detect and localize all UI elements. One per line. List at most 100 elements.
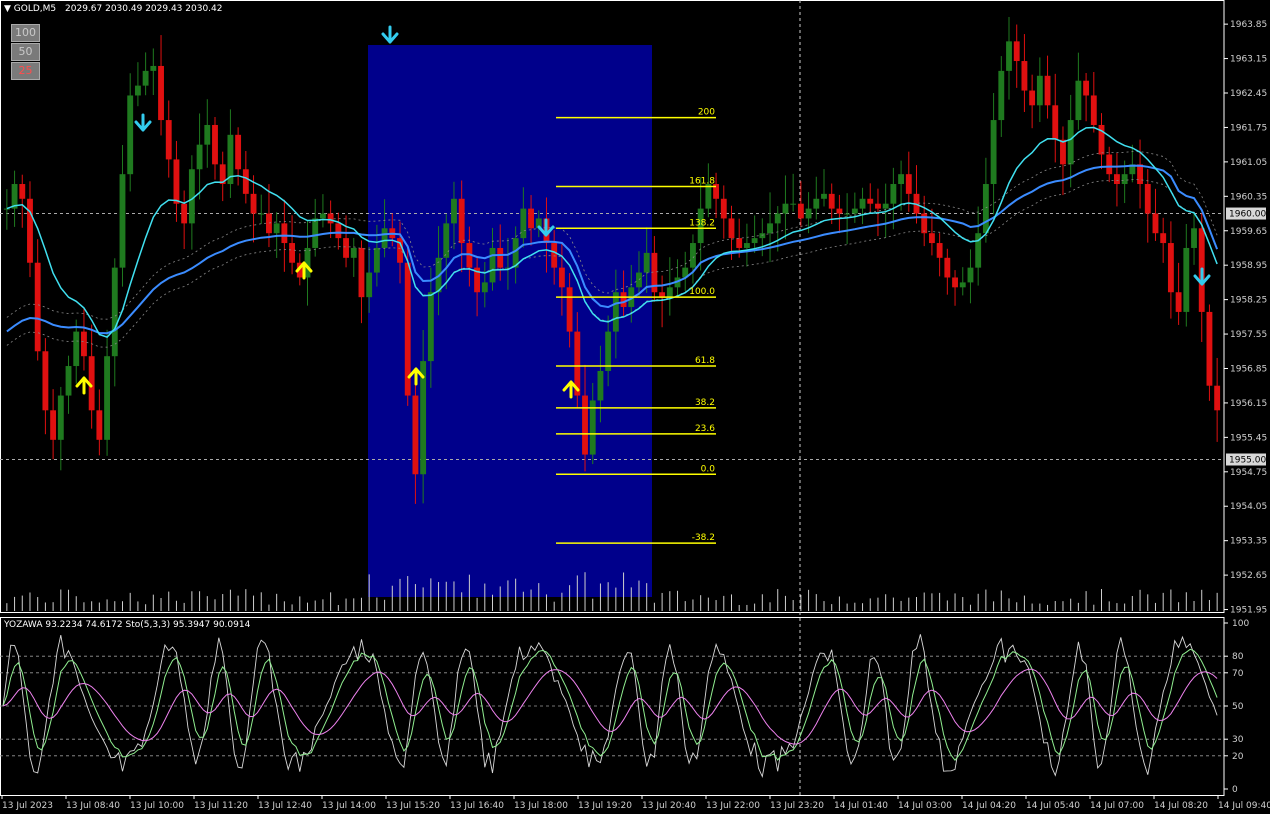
candle-body [204, 124, 211, 145]
candle-body [520, 208, 527, 239]
candle-body [65, 366, 72, 396]
candle-body [836, 208, 843, 214]
candle-body [50, 410, 57, 440]
level-button-100[interactable]: 100 [11, 24, 40, 42]
candle-body [96, 410, 103, 440]
y-tick-label: 1959.65 [1230, 227, 1267, 237]
candle-body [844, 213, 851, 215]
candle-body [1114, 174, 1120, 185]
candle-body [743, 243, 750, 248]
collapse-triangle-icon[interactable]: ▼ [4, 4, 11, 14]
candle-body [1013, 41, 1020, 62]
y-tick-label: 1956.15 [1230, 399, 1267, 409]
x-tick-label: 13 Jul 14:00 [322, 801, 376, 811]
candle-body [952, 277, 958, 288]
candle-body [821, 193, 827, 199]
candle-body [805, 208, 812, 219]
x-tick-label: 14 Jul 05:40 [1026, 801, 1080, 811]
y-tick-label: 1958.25 [1230, 296, 1267, 306]
candle-body [859, 198, 866, 209]
x-tick-label: 13 Jul 2023 [2, 801, 53, 811]
candle-body [597, 370, 604, 401]
level-button-25[interactable]: 25 [11, 62, 40, 80]
candle-body [142, 70, 149, 86]
candle-body [181, 203, 188, 224]
candle-body [188, 169, 195, 224]
candle-body [81, 331, 87, 357]
candle-body [1191, 228, 1197, 248]
candle-body [1052, 105, 1059, 140]
y-tick-label: 1960.35 [1230, 192, 1267, 202]
fib-level-label: 0.0 [701, 464, 716, 474]
candle-body [111, 267, 118, 357]
oscillator-main-line [2, 634, 1218, 778]
candle-body [790, 203, 797, 205]
candle-body [127, 95, 134, 175]
candle-body [366, 272, 373, 298]
oscillator-pane-frame [0, 617, 1225, 796]
candle-body [1214, 385, 1221, 411]
fib-level-label: 100.0 [689, 287, 715, 297]
candle-body [875, 203, 881, 209]
candle-body [636, 272, 642, 288]
y-tick-label: 1963.15 [1230, 55, 1267, 65]
candle-body [759, 233, 766, 239]
candle-body [1075, 80, 1082, 121]
candle-body [242, 169, 249, 194]
candle-body [443, 223, 450, 258]
candle-body [312, 218, 319, 248]
candle-body [1137, 164, 1143, 185]
candle-body [620, 292, 627, 307]
candle-body [605, 331, 612, 371]
fib-level-label: 138.2 [689, 218, 715, 228]
y-tick-label: 1951.95 [1230, 606, 1267, 616]
candle-body [566, 287, 573, 332]
price-level-label: 1955.00 [1229, 456, 1266, 466]
candle-body [890, 184, 897, 204]
x-tick-label: 14 Jul 08:20 [1154, 801, 1208, 811]
candle-body [851, 208, 858, 214]
candle-body [258, 213, 265, 215]
candle-body [782, 203, 789, 214]
fib-level-label: 161.8 [689, 176, 715, 186]
candle-body [42, 351, 49, 411]
sell-arrow-icon [134, 113, 152, 132]
candle-body [1167, 243, 1174, 293]
candle-body [150, 65, 157, 71]
candle-body [412, 395, 419, 475]
candle-body [867, 198, 874, 204]
candle-body [905, 174, 912, 194]
candle-body [736, 238, 743, 248]
candle-body [1175, 292, 1182, 312]
candle-body [497, 247, 504, 268]
y-tick-label: 1958.95 [1230, 261, 1267, 271]
candle-body [898, 174, 905, 185]
x-tick-label: 13 Jul 11:20 [194, 801, 248, 811]
candle-body [1060, 139, 1066, 165]
candle-body [3, 208, 10, 210]
sell-arrow-icon [381, 25, 399, 44]
candle-body [1021, 61, 1028, 91]
candle-body [266, 213, 272, 234]
candle-body [158, 65, 164, 121]
candle-body [528, 208, 534, 229]
level-button-50[interactable]: 50 [11, 43, 40, 61]
candle-body [289, 243, 296, 263]
candle-body [273, 223, 280, 234]
candle-body [705, 184, 712, 209]
candle-body [358, 247, 365, 298]
sell-arrow-icon [1193, 267, 1211, 286]
price-chart[interactable]: 1963.85 1963.15 1962.45 1961.75 1961.05 1960.… [0, 0, 1270, 814]
candle-body [173, 159, 180, 204]
candle-body [451, 198, 457, 224]
candle-body [1083, 80, 1090, 96]
candle-body [1106, 154, 1113, 175]
oscillator-level-label: 100 [1232, 619, 1249, 629]
x-tick-label: 13 Jul 12:40 [258, 801, 312, 811]
candle-body [458, 198, 465, 244]
y-tick-label: 1963.85 [1230, 20, 1267, 30]
candle-body [381, 228, 388, 248]
x-tick-label: 13 Jul 23:20 [770, 801, 824, 811]
candle-body [797, 203, 804, 219]
candle-body [666, 287, 673, 298]
